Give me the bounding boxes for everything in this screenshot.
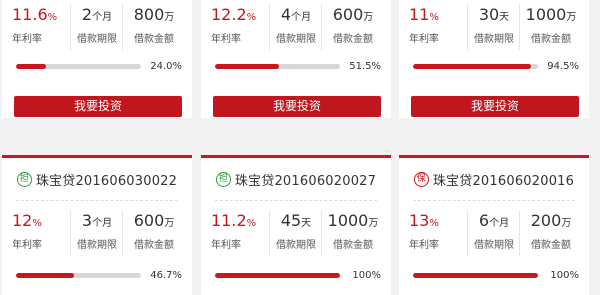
amount-value: 1000万 xyxy=(327,211,379,230)
loan-card: 12.2% 年利率 4个月借款期限 600万借款金额 51.5% 我要投资 xyxy=(201,0,391,118)
rate-value: 11.6% xyxy=(12,5,58,24)
loan-card: 11.6% 年利率 2个月借款期限 800万借款金额 24.0% 我要投资 xyxy=(2,0,192,118)
amount-label: 借款金额 xyxy=(531,240,571,251)
loan-title-text[interactable]: 珠宝贷201606020016 xyxy=(433,170,574,189)
progress-fill xyxy=(16,273,75,278)
term-label: 借款期限 xyxy=(77,34,117,45)
invest-button[interactable]: 我要投资 xyxy=(213,96,381,117)
rate-value: 12% xyxy=(12,211,42,230)
progress-fill xyxy=(215,64,280,69)
term-value: 6个月 xyxy=(478,211,510,230)
progress-percent: 94.5% xyxy=(547,61,579,72)
loan-stats: 13% 年利率 6个月借款期限 200万借款金额 xyxy=(399,210,589,256)
guarantee-badge-icon: 担 xyxy=(16,171,32,187)
amount-value: 800万 xyxy=(133,5,175,24)
term-value: 2个月 xyxy=(81,5,113,24)
divider xyxy=(215,200,377,201)
loan-title[interactable]: 担 珠宝贷201606020027 xyxy=(201,158,391,200)
rate-label: 年利率 xyxy=(211,34,241,45)
progress-fill xyxy=(16,64,46,69)
amount-label: 借款金额 xyxy=(333,240,373,251)
invest-button[interactable]: 我要投资 xyxy=(14,96,182,117)
loan-card[interactable]: 担 珠宝贷201606030022 12% 年利率 3个月借款期限 600万借款金… xyxy=(2,155,192,295)
divider xyxy=(16,200,178,201)
loan-title[interactable]: 保 珠宝贷201606020016 xyxy=(399,158,589,200)
loan-card[interactable]: 担 珠宝贷201606020027 11.2% 年利率 45天借款期限 1000万… xyxy=(201,155,391,295)
amount-label: 借款金额 xyxy=(531,34,571,45)
progress-fill xyxy=(215,273,340,278)
loan-stats: 11% 年利率 30天借款期限 1000万借款金额 xyxy=(399,4,589,50)
amount-value: 200万 xyxy=(530,211,572,230)
rate-value: 12.2% xyxy=(211,5,257,24)
loan-title[interactable]: 担 珠宝贷201606030022 xyxy=(2,158,192,200)
guarantee-badge-icon: 担 xyxy=(215,171,231,187)
loan-title-text[interactable]: 珠宝贷201606030022 xyxy=(36,170,177,189)
loan-stats: 12% 年利率 3个月借款期限 600万借款金额 xyxy=(2,210,192,256)
loan-card: 11% 年利率 30天借款期限 1000万借款金额 94.5% 我要投资 xyxy=(399,0,589,118)
progress-percent: 46.7% xyxy=(150,270,182,281)
progress-percent: 100% xyxy=(352,270,381,281)
progress-percent: 24.0% xyxy=(150,61,182,72)
rate-label: 年利率 xyxy=(409,34,439,45)
insured-badge-icon: 保 xyxy=(413,171,429,187)
term-label: 借款期限 xyxy=(77,240,117,251)
funding-progress: 100% xyxy=(413,269,579,283)
progress-percent: 100% xyxy=(550,270,579,281)
term-value: 3个月 xyxy=(81,211,113,230)
amount-label: 借款金额 xyxy=(134,34,174,45)
loan-stats: 11.6% 年利率 2个月借款期限 800万借款金额 xyxy=(2,4,192,50)
term-label: 借款期限 xyxy=(276,34,316,45)
term-label: 借款期限 xyxy=(474,240,514,251)
rate-value: 11% xyxy=(409,5,439,24)
rate-label: 年利率 xyxy=(211,240,241,251)
amount-label: 借款金额 xyxy=(134,240,174,251)
progress-fill xyxy=(413,64,532,69)
term-label: 借款期限 xyxy=(276,240,316,251)
funding-progress: 24.0% xyxy=(16,60,182,74)
loan-card[interactable]: 保 珠宝贷201606020016 13% 年利率 6个月借款期限 200万借款金… xyxy=(399,155,589,295)
loan-stats: 11.2% 年利率 45天借款期限 1000万借款金额 xyxy=(201,210,391,256)
rate-label: 年利率 xyxy=(12,34,42,45)
amount-value: 600万 xyxy=(133,211,175,230)
term-value: 4个月 xyxy=(280,5,312,24)
loan-stats: 12.2% 年利率 4个月借款期限 600万借款金额 xyxy=(201,4,391,50)
progress-fill xyxy=(413,273,538,278)
funding-progress: 100% xyxy=(215,269,381,283)
amount-value: 600万 xyxy=(332,5,374,24)
divider xyxy=(413,200,575,201)
invest-button[interactable]: 我要投资 xyxy=(411,96,579,117)
funding-progress: 51.5% xyxy=(215,60,381,74)
rate-value: 11.2% xyxy=(211,211,257,230)
funding-progress: 46.7% xyxy=(16,269,182,283)
loan-title-text[interactable]: 珠宝贷201606020027 xyxy=(235,170,376,189)
rate-label: 年利率 xyxy=(409,240,439,251)
term-value: 45天 xyxy=(280,211,312,230)
amount-value: 1000万 xyxy=(525,5,577,24)
rate-value: 13% xyxy=(409,211,439,230)
term-value: 30天 xyxy=(478,5,510,24)
term-label: 借款期限 xyxy=(474,34,514,45)
amount-label: 借款金额 xyxy=(333,34,373,45)
progress-percent: 51.5% xyxy=(349,61,381,72)
funding-progress: 94.5% xyxy=(413,60,579,74)
rate-label: 年利率 xyxy=(12,240,42,251)
